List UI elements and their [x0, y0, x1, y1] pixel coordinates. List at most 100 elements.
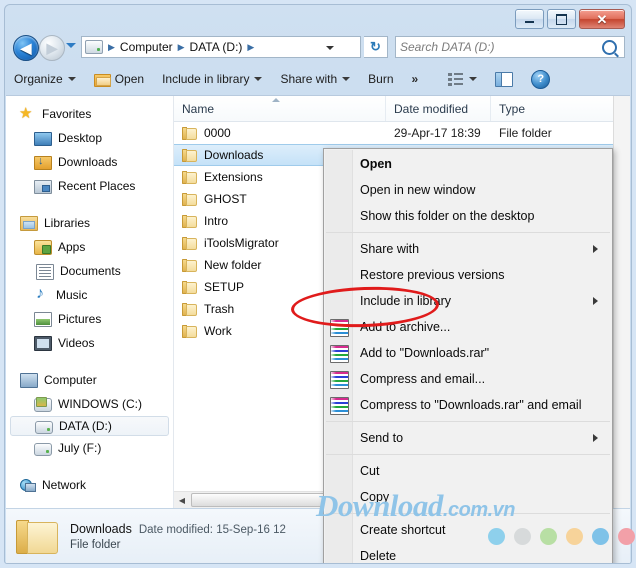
breadcrumb-separator-icon[interactable]: ▶ — [244, 42, 257, 53]
help-button[interactable]: ? — [522, 66, 559, 93]
sidebar-item-label: Documents — [60, 264, 121, 278]
refresh-button[interactable]: ↻ — [364, 36, 388, 58]
open-button[interactable]: Open — [85, 68, 153, 90]
network-icon — [20, 479, 36, 492]
preview-pane-button[interactable] — [486, 68, 522, 91]
forward-arrow-icon: ▶ — [46, 40, 58, 56]
back-button[interactable]: ◀ — [13, 35, 39, 61]
sidebar-item-windows-c[interactable]: WINDOWS (C:) — [6, 392, 173, 416]
context-menu-item-restore-previous-versions[interactable]: Restore previous versions — [324, 262, 612, 288]
context-menu-item-send-to[interactable]: Send to — [324, 425, 612, 451]
context-menu-label: Compress to "Downloads.rar" and email — [360, 398, 582, 412]
sidebar-item-label: Apps — [58, 240, 86, 254]
sidebar-item-music[interactable]: Music — [6, 283, 173, 307]
nav-group-libraries[interactable]: Libraries — [6, 211, 173, 235]
screenshot-root: ✕ ◀ ▶ ▶ Computer ▶ DATA (D:) ▶ ↻ Search … — [0, 0, 636, 568]
file-name: Intro — [204, 214, 229, 228]
open-folder-icon — [93, 73, 111, 87]
folder-icon — [182, 280, 198, 294]
sidebar-item-downloads[interactable]: Downloads — [6, 150, 173, 174]
context-menu-item-add-to-archive[interactable]: Add to archive... — [324, 314, 612, 340]
search-box[interactable]: Search DATA (D:) — [395, 36, 625, 58]
documents-icon — [36, 263, 54, 280]
context-menu-item-share-with[interactable]: Share with — [324, 236, 612, 262]
nav-group-computer[interactable]: Computer — [6, 368, 173, 392]
nav-group-network[interactable]: Network — [6, 473, 173, 497]
organize-button[interactable]: Organize — [5, 68, 85, 90]
sidebar-item-label: Recent Places — [58, 179, 136, 193]
overflow-button[interactable]: » — [403, 68, 428, 90]
context-menu-label: Delete — [360, 549, 397, 563]
winrar-icon — [330, 319, 349, 337]
context-menu-item-add-to-downloads-rar[interactable]: Add to "Downloads.rar" — [324, 340, 612, 366]
sidebar-item-label: Videos — [58, 336, 95, 350]
column-header-type[interactable]: Type — [491, 96, 630, 121]
pictures-icon — [34, 312, 52, 327]
context-menu-label: Restore previous versions — [360, 268, 505, 282]
context-menu-item-copy[interactable]: Copy — [324, 484, 612, 510]
close-icon: ✕ — [596, 11, 608, 27]
context-menu-item-include-in-library[interactable]: Include in library — [324, 288, 612, 314]
share-with-button[interactable]: Share with — [271, 68, 359, 90]
column-header-date-modified[interactable]: Date modified — [386, 96, 491, 121]
sidebar-item-documents[interactable]: Documents — [6, 259, 173, 283]
context-menu-label: Compress and email... — [360, 372, 486, 386]
context-menu-item-open-in-new-window[interactable]: Open in new window — [324, 177, 612, 203]
status-line-1: Downloads Date modified: 15-Sep-16 12 — [70, 522, 286, 536]
column-header-name[interactable]: Name — [174, 96, 386, 121]
sidebar-item-pictures[interactable]: Pictures — [6, 307, 173, 331]
address-dropdown-icon[interactable] — [326, 46, 334, 50]
scroll-left-icon[interactable]: ◀ — [174, 492, 190, 508]
sidebar-item-label: Pictures — [58, 312, 102, 326]
explorer-window: ✕ ◀ ▶ ▶ Computer ▶ DATA (D:) ▶ ↻ Search … — [4, 4, 632, 564]
breadcrumb-computer[interactable]: Computer — [118, 40, 175, 54]
windows-drive-icon — [34, 396, 52, 412]
breadcrumb-separator-icon[interactable]: ▶ — [105, 42, 118, 53]
address-bar[interactable]: ▶ Computer ▶ DATA (D:) ▶ — [81, 36, 361, 58]
sidebar-item-desktop[interactable]: Desktop — [6, 126, 173, 150]
context-menu-item-create-shortcut[interactable]: Create shortcut — [324, 517, 612, 543]
close-button[interactable]: ✕ — [579, 9, 625, 29]
vertical-scrollbar[interactable] — [613, 96, 630, 508]
file-name: New folder — [204, 258, 262, 272]
winrar-icon — [330, 371, 349, 389]
column-header-label: Type — [499, 101, 526, 116]
chevron-down-icon — [469, 77, 478, 81]
context-menu-item-compress-to-rar-and-email[interactable]: Compress to "Downloads.rar" and email — [324, 392, 612, 418]
context-menu-item-open[interactable]: Open — [324, 151, 612, 177]
context-menu-item-cut[interactable]: Cut — [324, 458, 612, 484]
title-bar: ✕ — [5, 5, 631, 31]
sidebar-item-apps[interactable]: Apps — [6, 235, 173, 259]
context-menu-item-show-on-desktop[interactable]: Show this folder on the desktop — [324, 203, 612, 229]
address-bar-row: ◀ ▶ ▶ Computer ▶ DATA (D:) ▶ ↻ Search DA… — [5, 31, 631, 63]
sort-ascending-icon — [272, 98, 280, 102]
context-menu-item-delete[interactable]: Delete — [324, 543, 612, 563]
folder-icon — [182, 324, 198, 338]
minimize-button[interactable] — [515, 9, 544, 29]
forward-button[interactable]: ▶ — [39, 35, 65, 61]
sidebar-item-videos[interactable]: Videos — [6, 331, 173, 355]
search-icon[interactable] — [602, 39, 617, 55]
sidebar-item-july-f[interactable]: July (F:) — [6, 436, 173, 460]
nav-group-favorites[interactable]: Favorites — [6, 102, 173, 126]
burn-button[interactable]: Burn — [359, 68, 402, 90]
sidebar-item-data-d[interactable]: DATA (D:) — [10, 416, 169, 436]
downloads-icon — [34, 155, 52, 170]
include-in-library-button[interactable]: Include in library — [153, 68, 271, 90]
file-name: Downloads — [204, 148, 264, 162]
command-toolbar: Organize Open Include in library Share w… — [5, 63, 631, 95]
winrar-icon — [330, 345, 349, 363]
recent-pages-dropdown-icon[interactable] — [66, 43, 76, 48]
search-input[interactable]: Search DATA (D:) — [400, 40, 602, 54]
sidebar-item-label: DATA (D:) — [59, 419, 112, 433]
breadcrumb-separator-icon[interactable]: ▶ — [175, 42, 188, 53]
column-header-row: Name Date modified Type — [174, 96, 630, 122]
context-menu-item-compress-and-email[interactable]: Compress and email... — [324, 366, 612, 392]
table-row[interactable]: 0000 29-Apr-17 18:39 File folder — [174, 122, 630, 144]
music-icon — [34, 285, 50, 303]
change-view-button[interactable] — [439, 69, 486, 90]
breadcrumb-data-drive[interactable]: DATA (D:) — [188, 40, 245, 54]
sidebar-item-recent-places[interactable]: Recent Places — [6, 174, 173, 198]
maximize-button[interactable] — [547, 9, 576, 29]
